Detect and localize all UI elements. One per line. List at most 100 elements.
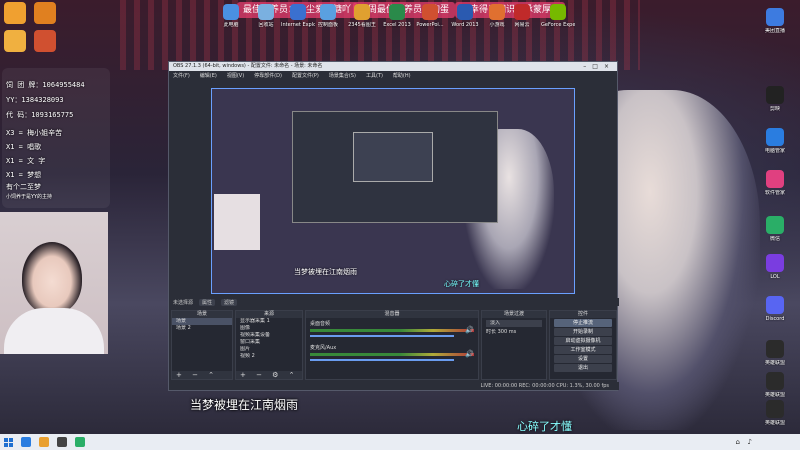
speaker-icon[interactable]: 🔊 <box>465 350 474 358</box>
desktop-shortcut[interactable]: Internet Explorer <box>281 4 315 28</box>
desktop-shortcut[interactable]: 网易云 <box>505 4 539 28</box>
filters-button[interactable]: 滤镜 <box>221 298 238 306</box>
menu-item[interactable]: 场景集合(S) <box>329 71 356 81</box>
speaker-icon[interactable]: 🔊 <box>465 326 474 334</box>
desktop-shortcut[interactable]: Word 2013 <box>448 4 482 28</box>
shortcut-label: Internet Explorer <box>281 22 315 28</box>
mixer-track[interactable]: 麦克风/Aux 🔊 <box>306 342 478 366</box>
shortcut-label: 英雄联盟 <box>764 392 785 398</box>
wechat-taskbar-icon[interactable] <box>75 437 85 447</box>
exit-button[interactable]: 退出 <box>554 364 612 372</box>
desktop-shortcut[interactable]: 微信 <box>755 216 795 242</box>
shortcut-label: 英雄联盟 <box>764 360 785 366</box>
nvidia-icon <box>550 4 566 20</box>
properties-button[interactable]: 属性 <box>199 298 216 306</box>
desktop-shortcut[interactable] <box>2 2 28 26</box>
menu-item[interactable]: 编辑(E) <box>200 71 217 81</box>
volume-fader[interactable] <box>310 359 455 361</box>
desktop-shortcut[interactable]: PowerPoi... <box>413 4 447 28</box>
menu-item[interactable]: 文件(F) <box>173 71 190 81</box>
transitions-header: 场景过渡 <box>482 311 546 318</box>
menu-item[interactable]: 视图(V) <box>227 71 244 81</box>
desktop-shortcut[interactable]: 此电脑 <box>214 4 248 28</box>
folder-taskbar-icon[interactable] <box>39 437 49 447</box>
wechat-icon <box>766 216 784 234</box>
transition-duration[interactable]: 时长 300 ms <box>482 329 546 336</box>
obs-titlebar[interactable]: OBS 27.1.3 (64-bit, windows) - 配置文件: 未命名… <box>169 62 617 71</box>
volume-fader[interactable] <box>310 335 455 337</box>
desktop-shortcut[interactable]: 剪映 <box>755 86 795 112</box>
game-app-icon <box>34 2 56 24</box>
desktop-shortcut[interactable]: 英雄联盟 <box>755 400 795 426</box>
desktop-shortcut[interactable] <box>2 30 28 54</box>
mixer-track[interactable]: 桌面音频 🔊 <box>306 318 478 342</box>
desktop-shortcut[interactable] <box>32 2 58 26</box>
source-item[interactable]: 图像 <box>236 325 302 332</box>
settings-button[interactable]: 设置 <box>554 355 612 363</box>
desktop-shortcut[interactable]: 2345看图王 <box>345 4 379 28</box>
menu-item[interactable]: 工具(T) <box>366 71 383 81</box>
desktop-shortcut[interactable] <box>32 30 58 54</box>
windows-start-icon[interactable] <box>4 437 13 447</box>
software-manager-icon <box>766 170 784 188</box>
network-icon[interactable]: ⌂ <box>736 438 740 446</box>
window-controls[interactable]: –□× <box>583 62 615 71</box>
source-toolbar: 未选择源 属性 滤镜 <box>169 298 619 306</box>
desktop-shortcut[interactable]: 电脑管家 <box>755 128 795 154</box>
discord-icon <box>766 296 784 314</box>
menu-item[interactable]: 帮助(H) <box>393 71 411 81</box>
scene-item[interactable]: 场景 2 <box>172 325 232 332</box>
source-item[interactable]: 窗口采集 <box>236 339 302 346</box>
sources-footer[interactable]: + − ⚙ ⌃ ⌄ <box>236 371 302 387</box>
desktop-shortcut[interactable]: LOL <box>755 254 795 280</box>
controls-dock: 控件 停止推流 开始录制 启动虚拟摄像机 工作室模式 设置 退出 <box>549 310 617 380</box>
info-line: X1 = 梦想 <box>6 171 42 179</box>
app-taskbar-icon[interactable] <box>21 437 31 447</box>
desktop-shortcut[interactable]: 英雄联盟 <box>755 340 795 366</box>
status-bar: LIVE: 00:00:00 REC: 00:00:00 CPU: 1.3%, … <box>169 382 619 390</box>
desktop-shortcut[interactable]: 英雄联盟 <box>755 372 795 398</box>
scenes-footer[interactable]: + − ⌃ ⌄ <box>172 371 232 387</box>
capcut-icon <box>766 86 784 104</box>
ie-icon <box>290 4 306 20</box>
taskbar: ⌂ ♪ <box>0 434 800 450</box>
studio-mode-button[interactable]: 工作室模式 <box>554 346 612 354</box>
track-name: 麦克风/Aux <box>310 345 337 351</box>
mixer-dock: 混音器 桌面音频 🔊 麦克风/Aux 🔊 <box>305 310 479 380</box>
word-icon <box>457 4 473 20</box>
shortcut-label: 回收站 <box>258 22 274 28</box>
transitions-dock: 场景过渡 淡入 时长 300 ms <box>481 310 547 380</box>
stop-stream-button[interactable]: 停止推流 <box>554 319 612 327</box>
scene-item[interactable]: 场景 <box>172 318 232 325</box>
desktop-shortcut[interactable]: GeForce Experience <box>541 4 575 28</box>
desktop-shortcut[interactable]: Excel 2013 <box>380 4 414 28</box>
preview-nested-obs-2 <box>353 132 433 182</box>
transition-select[interactable]: 淡入 <box>486 320 542 327</box>
desktop-shortcut[interactable]: 软件管家 <box>755 170 795 196</box>
clock[interactable] <box>792 436 794 442</box>
obs-taskbar-icon[interactable] <box>57 437 67 447</box>
shortcut-label: 美团直播 <box>764 28 785 34</box>
obs-window[interactable]: OBS 27.1.3 (64-bit, windows) - 配置文件: 未命名… <box>168 61 619 391</box>
desktop-shortcut[interactable]: 回收站 <box>249 4 283 28</box>
obs-preview[interactable]: 当梦被埋在江南烟雨 心碎了才懂 <box>211 88 575 294</box>
volume-icon[interactable]: ♪ <box>748 438 752 446</box>
info-line: 代 码：1093165775 <box>6 111 74 119</box>
source-item[interactable]: 显示器采集 1 <box>236 318 302 325</box>
source-item[interactable]: 视频采集设备 <box>236 332 302 339</box>
info-line: 有个二至梦 <box>6 183 41 191</box>
track-name: 桌面音频 <box>310 321 331 327</box>
start-recording-button[interactable]: 开始录制 <box>554 328 612 336</box>
source-item[interactable]: 图片 <box>236 346 302 353</box>
menu-item[interactable]: 配置文件(P) <box>292 71 319 81</box>
desktop-shortcut[interactable]: Discord <box>755 296 795 322</box>
menu-item[interactable]: 停靠部件(D) <box>254 71 282 81</box>
app-icon <box>4 30 26 52</box>
info-line: X1 = 文 字 <box>6 157 46 165</box>
virtual-camera-button[interactable]: 启动虚拟摄像机 <box>554 337 612 345</box>
shortcut-label: 控制面板 <box>317 22 338 28</box>
source-item[interactable]: 视频 2 <box>236 353 302 360</box>
desktop-shortcut[interactable]: 控制面板 <box>311 4 345 28</box>
music-icon <box>514 4 530 20</box>
desktop-shortcut[interactable]: 美团直播 <box>755 8 795 34</box>
